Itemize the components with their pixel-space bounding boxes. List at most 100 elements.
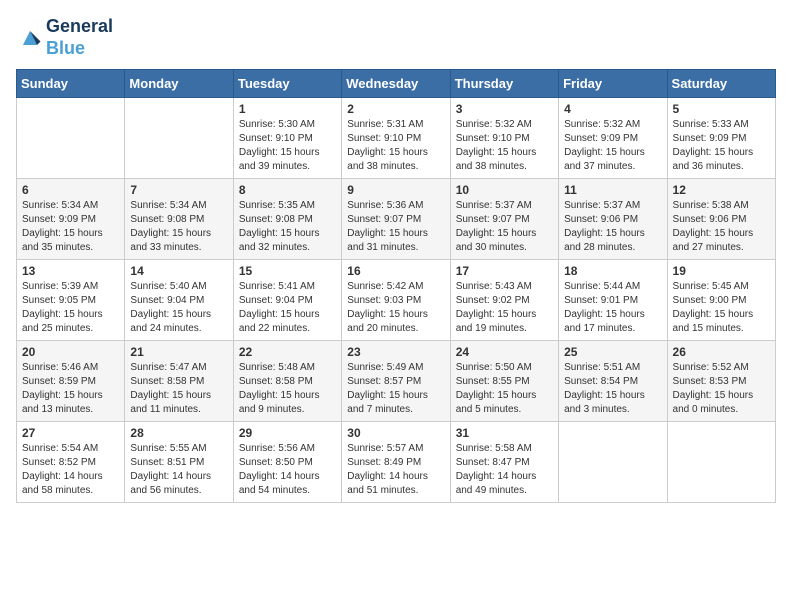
day-number: 11 — [564, 183, 661, 197]
cell-line: Daylight: 15 hours — [456, 389, 553, 403]
cell-line: Sunset: 9:07 PM — [347, 213, 444, 227]
day-number: 18 — [564, 264, 661, 278]
day-number: 6 — [22, 183, 119, 197]
cell-line: Daylight: 15 hours — [564, 227, 661, 241]
calendar-cell — [125, 98, 233, 179]
day-number: 31 — [456, 426, 553, 440]
cell-content: Sunrise: 5:44 AMSunset: 9:01 PMDaylight:… — [564, 280, 661, 336]
cell-line: and 19 minutes. — [456, 322, 553, 336]
cell-line: Daylight: 15 hours — [22, 308, 119, 322]
cell-line: and 58 minutes. — [22, 484, 119, 498]
calendar-cell: 21Sunrise: 5:47 AMSunset: 8:58 PMDayligh… — [125, 341, 233, 422]
calendar-cell: 6Sunrise: 5:34 AMSunset: 9:09 PMDaylight… — [17, 179, 125, 260]
cell-content: Sunrise: 5:57 AMSunset: 8:49 PMDaylight:… — [347, 442, 444, 498]
calendar-cell: 19Sunrise: 5:45 AMSunset: 9:00 PMDayligh… — [667, 260, 775, 341]
cell-line: Sunset: 9:09 PM — [564, 132, 661, 146]
day-number: 29 — [239, 426, 336, 440]
cell-line: Sunset: 9:09 PM — [22, 213, 119, 227]
calendar-cell: 23 Sunrise: 5:49 AMSunset: 8:57 PMDayligh… — [342, 341, 450, 422]
day-number: 12 — [673, 183, 770, 197]
cell-line: and 51 minutes. — [347, 484, 444, 498]
cell-line: and 7 minutes. — [347, 403, 444, 417]
cell-line: Daylight: 15 hours — [130, 227, 227, 241]
cell-line: Sunset: 8:54 PM — [564, 375, 661, 389]
calendar-cell: 4Sunrise: 5:32 AMSunset: 9:09 PMDaylight… — [559, 98, 667, 179]
day-number: 19 — [673, 264, 770, 278]
cell-line: and 9 minutes. — [239, 403, 336, 417]
cell-content: Sunrise: 5:49 AMSunset: 8:57 PMDaylight:… — [347, 361, 444, 417]
cell-line: Daylight: 15 hours — [347, 146, 444, 160]
cell-line: Daylight: 15 hours — [22, 227, 119, 241]
cell-line: and 28 minutes. — [564, 241, 661, 255]
cell-line: Daylight: 15 hours — [564, 146, 661, 160]
cell-line: and 24 minutes. — [130, 322, 227, 336]
cell-content: Sunrise: 5:56 AMSunset: 8:50 PMDaylight:… — [239, 442, 336, 498]
cell-content: Sunrise: 5:51 AMSunset: 8:54 PMDaylight:… — [564, 361, 661, 417]
cell-content: Sunrise: 5:42 AMSunset: 9:03 PMDaylight:… — [347, 280, 444, 336]
cell-line: Sunset: 8:55 PM — [456, 375, 553, 389]
cell-line: Sunrise: 5:58 AM — [456, 442, 553, 456]
cell-line: and 38 minutes. — [347, 160, 444, 174]
cell-line: Daylight: 14 hours — [22, 470, 119, 484]
cell-line: Daylight: 15 hours — [456, 227, 553, 241]
day-number: 17 — [456, 264, 553, 278]
cell-line: Daylight: 15 hours — [347, 308, 444, 322]
cell-line: and 30 minutes. — [456, 241, 553, 255]
cell-line: Sunset: 9:10 PM — [239, 132, 336, 146]
cell-line: Sunset: 9:04 PM — [239, 294, 336, 308]
day-number: 7 — [130, 183, 227, 197]
calendar-cell: 27Sunrise: 5:54 AMSunset: 8:52 PMDayligh… — [17, 422, 125, 503]
cell-line: Daylight: 15 hours — [673, 308, 770, 322]
cell-line: Sunset: 9:05 PM — [22, 294, 119, 308]
cell-line: Daylight: 14 hours — [239, 470, 336, 484]
cell-content: Sunrise: 5:32 AMSunset: 9:10 PMDaylight:… — [456, 118, 553, 174]
calendar-cell: 3Sunrise: 5:32 AMSunset: 9:10 PMDaylight… — [450, 98, 558, 179]
cell-content: Sunrise: 5:48 AMSunset: 8:58 PMDaylight:… — [239, 361, 336, 417]
calendar-cell: 20Sunrise: 5:46 AMSunset: 8:59 PMDayligh… — [17, 341, 125, 422]
cell-line: Daylight: 15 hours — [347, 389, 444, 403]
calendar: SundayMondayTuesdayWednesdayThursdayFrid… — [16, 69, 776, 503]
cell-line: Sunset: 8:58 PM — [130, 375, 227, 389]
cell-content: Sunrise: 5:30 AMSunset: 9:10 PMDaylight:… — [239, 118, 336, 174]
cell-line: Sunrise: 5:32 AM — [456, 118, 553, 132]
calendar-cell: 18 Sunrise: 5:44 AMSunset: 9:01 PMDayligh… — [559, 260, 667, 341]
calendar-cell: 30Sunrise: 5:57 AMSunset: 8:49 PMDayligh… — [342, 422, 450, 503]
cell-content: Sunrise: 5:36 AMSunset: 9:07 PMDaylight:… — [347, 199, 444, 255]
cell-line: Sunset: 8:49 PM — [347, 456, 444, 470]
cell-line: and 54 minutes. — [239, 484, 336, 498]
cell-line: Sunset: 8:53 PM — [673, 375, 770, 389]
day-number: 13 — [22, 264, 119, 278]
cell-line: Daylight: 15 hours — [239, 308, 336, 322]
calendar-cell: 28Sunrise: 5:55 AMSunset: 8:51 PMDayligh… — [125, 422, 233, 503]
day-number: 1 — [239, 102, 336, 116]
day-number: 28 — [130, 426, 227, 440]
cell-line: and 39 minutes. — [239, 160, 336, 174]
cell-line: Daylight: 15 hours — [564, 308, 661, 322]
cell-content: Sunrise: 5:35 AMSunset: 9:08 PMDaylight:… — [239, 199, 336, 255]
cell-line: and 56 minutes. — [130, 484, 227, 498]
cell-line: Daylight: 15 hours — [673, 146, 770, 160]
cell-line: Sunrise: 5:32 AM — [564, 118, 661, 132]
calendar-cell: 14Sunrise: 5:40 AMSunset: 9:04 PMDayligh… — [125, 260, 233, 341]
cell-line: Sunrise: 5:36 AM — [347, 199, 444, 213]
calendar-cell: 22Sunrise: 5:48 AMSunset: 8:58 PMDayligh… — [233, 341, 341, 422]
cell-line: Sunrise: 5:50 AM — [456, 361, 553, 375]
cell-line: Sunset: 9:10 PM — [456, 132, 553, 146]
day-number: 23 — [347, 345, 444, 359]
cell-line: Sunset: 9:01 PM — [564, 294, 661, 308]
cell-content: Sunrise: 5:47 AMSunset: 8:58 PMDaylight:… — [130, 361, 227, 417]
day-number: 10 — [456, 183, 553, 197]
weekday-header: Friday — [559, 70, 667, 98]
weekday-header: Thursday — [450, 70, 558, 98]
cell-line: Sunrise: 5:37 AM — [456, 199, 553, 213]
cell-line: Daylight: 14 hours — [347, 470, 444, 484]
logo-text: General Blue — [46, 16, 113, 59]
weekday-header: Saturday — [667, 70, 775, 98]
cell-line: Daylight: 15 hours — [347, 227, 444, 241]
cell-content: Sunrise: 5:37 AMSunset: 9:06 PMDaylight:… — [564, 199, 661, 255]
calendar-cell: 24Sunrise: 5:50 AMSunset: 8:55 PMDayligh… — [450, 341, 558, 422]
cell-line: and 37 minutes. — [564, 160, 661, 174]
cell-content: Sunrise: 5:52 AMSunset: 8:53 PMDaylight:… — [673, 361, 770, 417]
calendar-cell: 13Sunrise: 5:39 AMSunset: 9:05 PMDayligh… — [17, 260, 125, 341]
calendar-cell: 31Sunrise: 5:58 AMSunset: 8:47 PMDayligh… — [450, 422, 558, 503]
